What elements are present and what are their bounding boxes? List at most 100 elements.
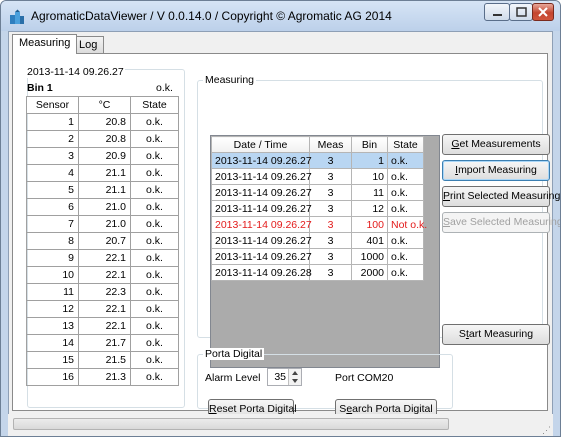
sensor-row: 16 21.3 o.k. xyxy=(26,368,179,386)
title-bar[interactable]: AgromaticDataViewer / V 0.0.14.0 / Copyr… xyxy=(1,1,560,31)
cell-state[interactable]: Not o.k. xyxy=(387,216,427,233)
measuring-row[interactable]: 2013-11-14 09.26.27 3 401 o.k. xyxy=(211,232,424,249)
sensor-temp: 21.0 xyxy=(78,215,131,233)
sensor-state: o.k. xyxy=(130,198,179,216)
sensor-state: o.k. xyxy=(130,283,179,301)
cell-state[interactable]: o.k. xyxy=(387,184,424,201)
sensor-row: 15 21.5 o.k. xyxy=(26,351,179,369)
column-header-sensor: Sensor xyxy=(26,96,79,114)
accel-s: S xyxy=(443,216,451,228)
start-pre: S xyxy=(458,328,466,340)
start-measuring-label: art Measuring xyxy=(468,328,534,340)
column-header-state[interactable]: State xyxy=(387,136,424,153)
sensor-state: o.k. xyxy=(130,130,179,148)
cell-meas[interactable]: 3 xyxy=(309,152,352,169)
measuring-row[interactable]: 2013-11-14 09.26.28 3 2000 o.k. xyxy=(211,264,424,281)
cell-state[interactable]: o.k. xyxy=(387,200,424,217)
sensor-temp: 22.1 xyxy=(78,300,131,318)
sensor-temp: 20.8 xyxy=(78,130,131,148)
get-measurements-button[interactable]: Get Measurements xyxy=(442,134,550,155)
cell-meas[interactable]: 3 xyxy=(309,200,352,217)
sensor-state: o.k. xyxy=(130,266,179,284)
cell-datetime[interactable]: 2013-11-14 09.26.28 xyxy=(211,264,312,281)
cell-datetime[interactable]: 2013-11-14 09.26.27 xyxy=(211,200,312,217)
spin-up-icon[interactable] xyxy=(289,369,301,377)
sensor-number: 14 xyxy=(26,334,79,352)
save-selected-measuring-button[interactable]: Save Selected Measuring xyxy=(442,212,560,233)
measuring-row[interactable]: 2013-11-14 09.26.27 3 1 o.k. xyxy=(211,152,424,169)
cell-bin[interactable]: 10 xyxy=(351,168,388,185)
cell-state[interactable]: o.k. xyxy=(387,152,424,169)
cell-bin[interactable]: 100 xyxy=(351,216,388,233)
sensor-row: 8 20.7 o.k. xyxy=(26,232,179,250)
minimize-button[interactable] xyxy=(484,3,510,21)
maximize-button[interactable] xyxy=(509,3,533,21)
bin-timestamp: 2013-11-14 09.26.27 xyxy=(26,66,125,78)
column-header-datetime[interactable]: Date / Time xyxy=(211,136,310,153)
cell-datetime[interactable]: 2013-11-14 09.26.27 xyxy=(211,216,312,233)
client-area: Measuring Log 2013-11-14 09.26.27 Bin 1 … xyxy=(8,31,560,428)
spin-down-icon[interactable] xyxy=(289,377,301,385)
cell-meas[interactable]: 3 xyxy=(309,264,352,281)
measuring-grid[interactable]: Date / Time Meas Bin State 2013-11-14 09… xyxy=(210,135,440,368)
sensor-number: 1 xyxy=(26,113,79,131)
cell-datetime[interactable]: 2013-11-14 09.26.27 xyxy=(211,232,312,249)
cell-meas[interactable]: 3 xyxy=(309,168,352,185)
cell-meas[interactable]: 3 xyxy=(309,184,352,201)
alarm-level-stepper[interactable]: 35 xyxy=(267,368,302,386)
column-header-meas[interactable]: Meas xyxy=(309,136,352,153)
sensor-number: 7 xyxy=(26,215,79,233)
sensor-number: 6 xyxy=(26,198,79,216)
column-header-bin[interactable]: Bin xyxy=(351,136,388,153)
sensor-temp: 21.1 xyxy=(78,164,131,182)
cell-meas[interactable]: 3 xyxy=(309,248,352,265)
bin-label: Bin 1 xyxy=(27,82,53,94)
sensor-table: Sensor °C State 1 20.8 o.k. 2 20.8 o.k. 3 20.9 o… xyxy=(26,96,179,386)
cell-state[interactable]: o.k. xyxy=(387,264,424,281)
cell-state[interactable]: o.k. xyxy=(387,168,424,185)
print-selected-measuring-button[interactable]: Print Selected Measuring xyxy=(442,186,560,207)
cell-meas[interactable]: 3 xyxy=(309,216,352,233)
cell-bin[interactable]: 1000 xyxy=(351,248,388,265)
cell-datetime[interactable]: 2013-11-14 09.26.27 xyxy=(211,248,312,265)
sensor-row: 4 21.1 o.k. xyxy=(26,164,179,182)
cell-meas[interactable]: 3 xyxy=(309,232,352,249)
cell-datetime[interactable]: 2013-11-14 09.26.27 xyxy=(211,184,312,201)
tab-measuring[interactable]: Measuring xyxy=(12,34,78,54)
sensor-state: o.k. xyxy=(130,334,179,352)
sensor-state: o.k. xyxy=(130,351,179,369)
import-measuring-button[interactable]: Import Measuring xyxy=(442,160,550,181)
sensor-state: o.k. xyxy=(130,300,179,318)
cell-bin[interactable]: 401 xyxy=(351,232,388,249)
sensor-number: 16 xyxy=(26,368,79,386)
sensor-row: 6 21.0 o.k. xyxy=(26,198,179,216)
sensor-number: 9 xyxy=(26,249,79,267)
cell-bin[interactable]: 11 xyxy=(351,184,388,201)
cell-state[interactable]: o.k. xyxy=(387,232,424,249)
measuring-row[interactable]: 2013-11-14 09.26.27 3 11 o.k. xyxy=(211,184,424,201)
cell-state[interactable]: o.k. xyxy=(387,248,424,265)
close-button[interactable] xyxy=(532,3,554,21)
sensor-row: 13 22.1 o.k. xyxy=(26,317,179,335)
sensor-temp: 22.1 xyxy=(78,266,131,284)
measuring-group-label: Measuring xyxy=(203,74,257,86)
cell-bin[interactable]: 2000 xyxy=(351,264,388,281)
resize-grip-icon[interactable]: ⋰ xyxy=(542,425,551,436)
measuring-row[interactable]: 2013-11-14 09.26.27 3 1000 o.k. xyxy=(211,248,424,265)
start-measuring-button[interactable]: Start Measuring xyxy=(442,324,550,345)
sensor-state: o.k. xyxy=(130,181,179,199)
cell-datetime[interactable]: 2013-11-14 09.26.27 xyxy=(211,168,312,185)
measuring-row[interactable]: 2013-11-14 09.26.27 3 10 o.k. xyxy=(211,168,424,185)
cell-bin[interactable]: 1 xyxy=(351,152,388,169)
stepper-spin[interactable] xyxy=(288,369,301,385)
cell-datetime[interactable]: 2013-11-14 09.26.27 xyxy=(211,152,312,169)
measuring-row[interactable]: 2013-11-14 09.26.27 3 12 o.k. xyxy=(211,200,424,217)
sensor-number: 11 xyxy=(26,283,79,301)
sensor-number: 8 xyxy=(26,232,79,250)
sensor-row: 9 22.1 o.k. xyxy=(26,249,179,267)
cell-bin[interactable]: 12 xyxy=(351,200,388,217)
accel-g: G xyxy=(451,138,460,150)
sensor-temp: 21.1 xyxy=(78,181,131,199)
sensor-temp: 22.3 xyxy=(78,283,131,301)
measuring-row[interactable]: 2013-11-14 09.26.27 3 100 Not o.k. xyxy=(211,216,427,233)
